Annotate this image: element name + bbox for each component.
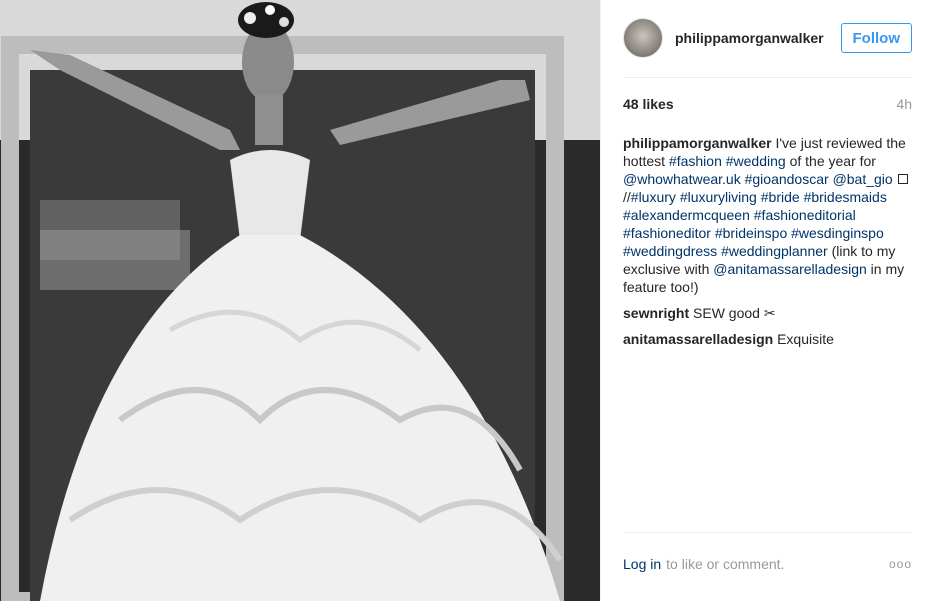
hashtag[interactable]: #weddingdress — [623, 243, 717, 259]
username[interactable]: philippamorganwalker — [675, 30, 835, 46]
hashtag[interactable]: #luxury — [631, 189, 676, 205]
post-meta: 48 likes 4h — [623, 96, 912, 112]
hashtag[interactable]: #weddingplanner — [721, 243, 828, 259]
instagram-post: philippamorganwalker Follow 48 likes 4h … — [0, 0, 933, 601]
caption-author[interactable]: philippamorganwalker — [623, 135, 772, 151]
hashtag[interactable]: #fashioneditor — [623, 225, 711, 241]
avatar[interactable] — [623, 18, 663, 58]
caption: philippamorganwalker I've just reviewed … — [623, 134, 912, 296]
unknown-glyph-icon — [897, 174, 908, 184]
mention[interactable]: @anitamassarelladesign — [713, 261, 867, 277]
timestamp[interactable]: 4h — [896, 96, 912, 112]
post-photo[interactable] — [0, 0, 600, 601]
hashtag[interactable]: #bridesmaids — [804, 189, 887, 205]
hashtag[interactable]: #bride — [761, 189, 800, 205]
comment-text: SEW good ✂ — [689, 305, 776, 321]
caption-text: // — [623, 189, 631, 205]
hashtag[interactable]: #fashioneditorial — [754, 207, 856, 223]
bride-photo-illustration — [0, 0, 600, 601]
comment-author[interactable]: anitamassarelladesign — [623, 331, 773, 347]
login-prompt-text: to like or comment. — [666, 556, 785, 572]
hashtag[interactable]: #wedding — [726, 153, 786, 169]
follow-button[interactable]: Follow — [840, 23, 912, 53]
comment-text: Exquisite — [773, 331, 834, 347]
likes-count[interactable]: 48 likes — [623, 96, 674, 112]
hashtag[interactable]: #wesdinginspo — [791, 225, 884, 241]
post-footer: Log in to like or comment. ooo — [623, 556, 912, 572]
post-header: philippamorganwalker Follow — [623, 16, 912, 60]
comment-item: anitamassarelladesign Exquisite — [623, 330, 912, 348]
footer-divider — [623, 532, 912, 533]
caption-text: of the year for — [785, 153, 876, 169]
login-link[interactable]: Log in — [623, 556, 661, 572]
hashtag[interactable]: #brideinspo — [715, 225, 787, 241]
comment-author[interactable]: sewnright — [623, 305, 689, 321]
hashtag[interactable]: #luxuryliving — [680, 189, 757, 205]
more-options-icon[interactable]: ooo — [889, 557, 912, 571]
comments-list: philippamorganwalker I've just reviewed … — [623, 134, 912, 356]
mention[interactable]: @bat_gio — [833, 171, 893, 187]
hashtag[interactable]: #gioandoscar — [745, 171, 829, 187]
hashtag[interactable]: #fashion — [669, 153, 722, 169]
comment-item: sewnright SEW good ✂ — [623, 304, 912, 322]
post-sidebar: philippamorganwalker Follow 48 likes 4h … — [600, 0, 933, 601]
hashtag[interactable]: #alexandermcqueen — [623, 207, 750, 223]
header-divider — [623, 77, 912, 78]
mention[interactable]: @whowhatwear.uk — [623, 171, 741, 187]
